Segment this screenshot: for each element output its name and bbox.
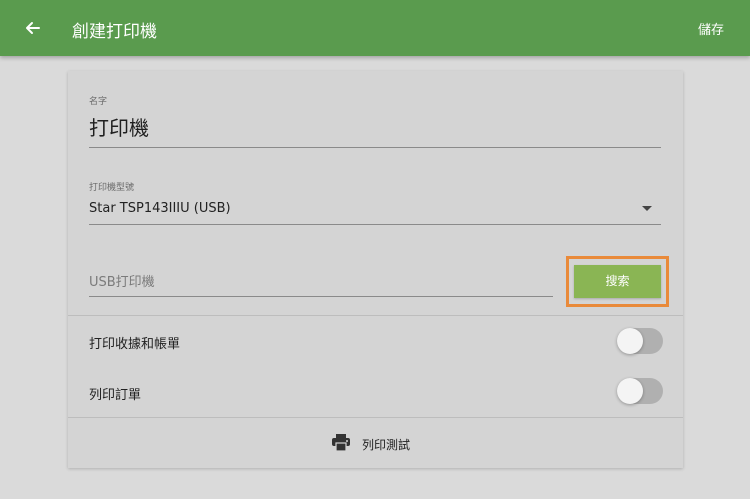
receipt-bill-print-toggle[interactable] [617, 328, 663, 354]
page-title: 創建打印機 [72, 22, 157, 42]
chevron-down-icon[interactable] [642, 206, 652, 211]
print-test-button[interactable]: 列印測試 [68, 418, 683, 468]
name-field-underline [89, 147, 661, 148]
usb-printer-underline [89, 296, 553, 297]
model-field-underline [89, 224, 661, 225]
back-arrow-icon[interactable] [22, 16, 44, 40]
toggle-knob [617, 378, 643, 404]
printer-icon [332, 434, 350, 452]
order-print-label: 列印訂單 [89, 388, 142, 403]
search-button[interactable]: 搜索 [574, 265, 661, 298]
toggle-knob [617, 328, 643, 354]
order-print-toggle[interactable] [617, 378, 663, 404]
name-field[interactable]: 打印機 [89, 112, 149, 141]
print-test-label: 列印測試 [362, 438, 411, 452]
model-select[interactable]: Star TSP143IIIU (USB) [89, 201, 231, 216]
receipt-bill-print-label: 打印收據和帳單 [89, 337, 181, 352]
model-field-label: 打印機型號 [89, 183, 135, 193]
printer-form-card: 名字 打印機 打印機型號 Star TSP143IIIU (USB) USB打印… [68, 71, 683, 468]
save-button[interactable]: 儲存 [698, 19, 724, 38]
app-bar: 創建打印機 儲存 [0, 0, 750, 56]
name-field-label: 名字 [89, 97, 108, 107]
usb-printer-input[interactable]: USB打印機 [89, 271, 553, 291]
divider [68, 315, 683, 316]
